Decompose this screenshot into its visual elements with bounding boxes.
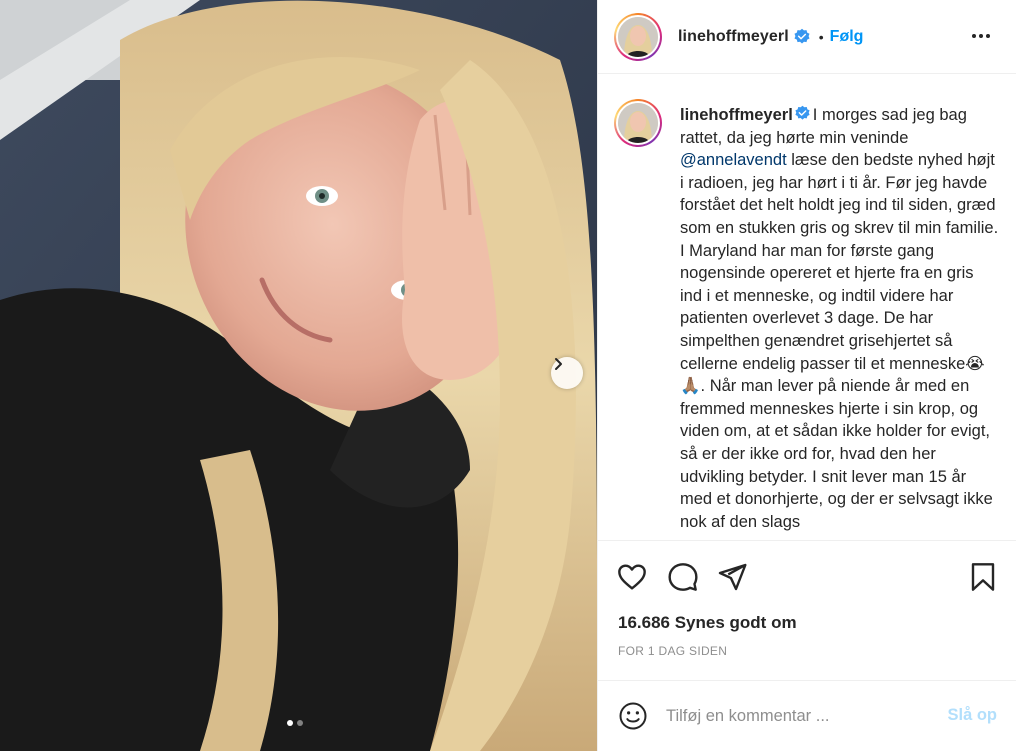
- caption-area: linehoffmeyerl I morges sad jeg bag ratt…: [598, 75, 1016, 541]
- header-username[interactable]: linehoffmeyerl: [678, 28, 789, 46]
- post-photo: [0, 0, 597, 751]
- verified-badge-icon: [794, 28, 810, 43]
- verified-badge-icon: [795, 105, 810, 120]
- avatar: [618, 16, 658, 57]
- avatar: [618, 103, 658, 143]
- chevron-right-icon: [555, 358, 562, 370]
- carousel-indicator: [287, 720, 303, 726]
- post-comment-button[interactable]: Slå op: [947, 706, 997, 725]
- follow-button[interactable]: Følg: [830, 28, 864, 46]
- bookmark-icon[interactable]: [967, 561, 999, 593]
- paper-plane-icon[interactable]: [716, 561, 748, 593]
- comment-bar: Slå op: [598, 680, 1016, 751]
- header-separator: •: [818, 28, 824, 45]
- caption-body-3: . Når man lever på niende år med en frem…: [680, 377, 993, 531]
- caption-mention-link[interactable]: @annelavendt: [680, 151, 787, 169]
- comment-icon[interactable]: [667, 561, 699, 593]
- caption-body-2: læse den bedste nyhed højt i radioen, je…: [680, 151, 999, 373]
- likes-count[interactable]: 16.686 Synes godt om: [618, 613, 797, 633]
- caption-text: linehoffmeyerl I morges sad jeg bag ratt…: [680, 104, 1000, 533]
- more-horizontal-icon[interactable]: [969, 24, 993, 48]
- carousel-next-button[interactable]: [551, 357, 583, 389]
- action-bar: [598, 542, 1016, 612]
- post-side-panel: linehoffmeyerl • Følg linehoffmeyerl I m…: [597, 0, 1016, 751]
- post-header: linehoffmeyerl • Følg: [598, 0, 1016, 74]
- carousel-dot-active: [287, 720, 293, 726]
- post-timestamp[interactable]: FOR 1 DAG SIDEN: [618, 644, 727, 658]
- story-ring[interactable]: [614, 12, 662, 61]
- caption-avatar[interactable]: [614, 99, 662, 147]
- carousel-dot: [297, 720, 303, 726]
- post-image: [0, 0, 597, 751]
- caption-username[interactable]: linehoffmeyerl: [680, 106, 793, 124]
- smiley-icon[interactable]: [618, 701, 648, 731]
- heart-icon[interactable]: [616, 561, 648, 593]
- comment-input[interactable]: [666, 703, 926, 729]
